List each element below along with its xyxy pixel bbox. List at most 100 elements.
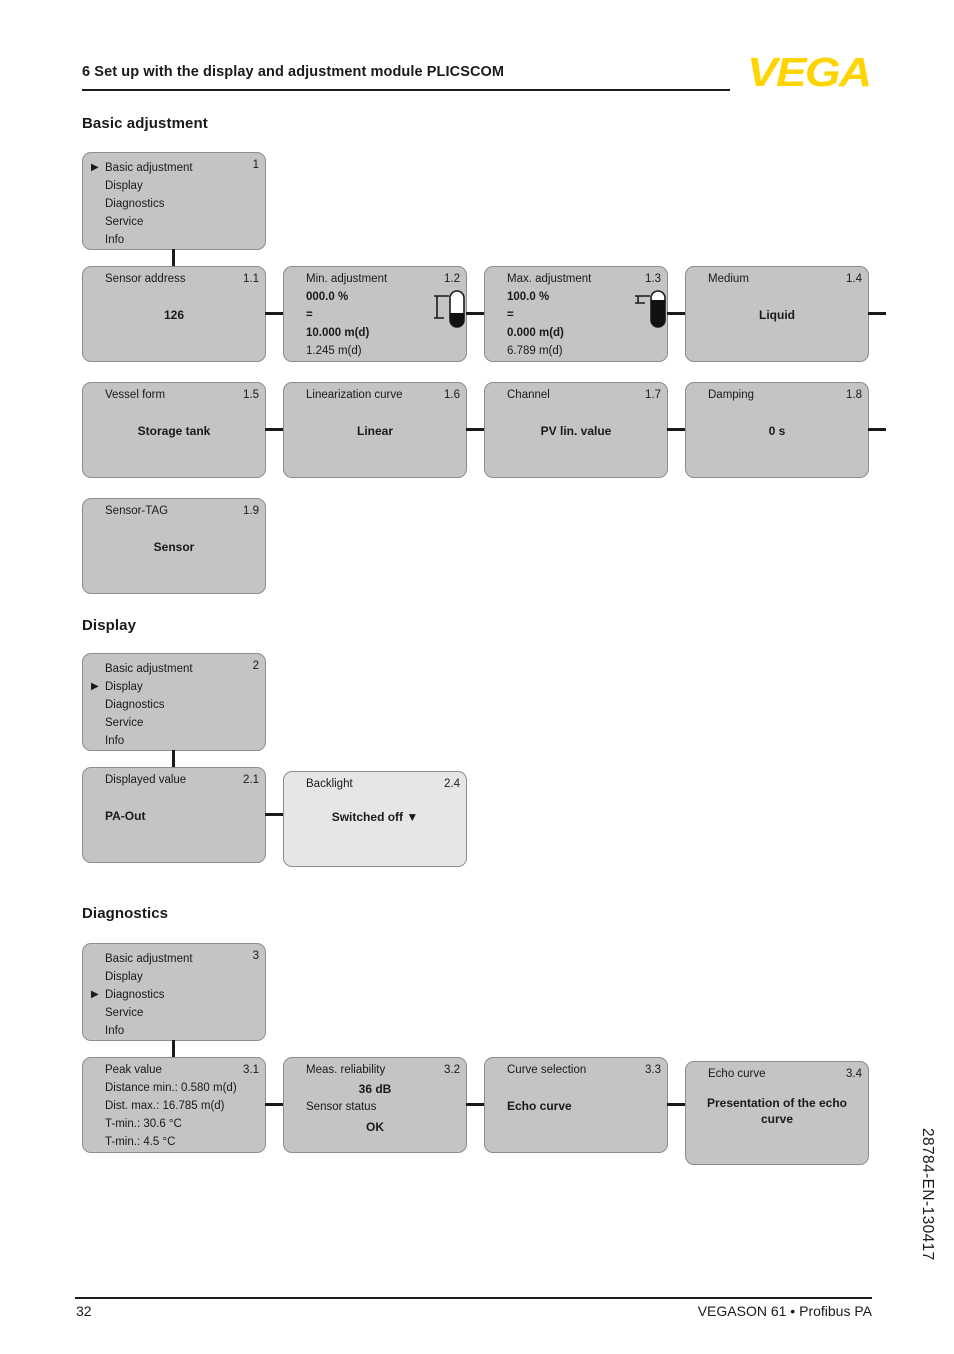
box-title: Damping (708, 389, 755, 401)
menu-box-display-number: 2 (252, 660, 259, 672)
menu-box-diagnostics[interactable]: 3 Basic adjustment Display ▶ Diagnostics… (82, 943, 266, 1041)
chapter-title: 6 Set up with the display and adjustment… (82, 64, 505, 80)
menu-item-label: Display (105, 180, 143, 192)
box-meas-reliability[interactable]: Meas. reliability 3.2 36 dB Sensor statu… (283, 1057, 467, 1153)
box-title: Channel (507, 389, 550, 401)
connector-vertical (172, 1040, 175, 1058)
menu-box-diagnostics-number: 3 (252, 950, 259, 962)
box-title: Meas. reliability (306, 1064, 386, 1076)
box-title: Peak value (105, 1064, 162, 1076)
section-heading-display: Display (82, 617, 137, 634)
connector-vertical (172, 249, 175, 267)
header-divider (82, 89, 730, 91)
menu-item-diagnostics[interactable]: ▶ Diagnostics (91, 986, 193, 1004)
box-value: PV lin. value (540, 424, 612, 438)
box-number: 3.3 (645, 1064, 661, 1076)
peak-temperature-min: T-min.: 30.6 °C (105, 1118, 182, 1130)
connector-continuation (868, 312, 886, 315)
tank-level-high-icon (635, 290, 666, 328)
menu-item-service[interactable]: Service (105, 1004, 193, 1022)
selection-caret-icon: ▶ (91, 989, 99, 1000)
box-channel[interactable]: Channel 1.7 PV lin. value (484, 382, 668, 478)
box-value: Switched off ▼ (331, 810, 419, 824)
box-title: Displayed value (105, 774, 187, 786)
section-heading-diagnostics: Diagnostics (82, 905, 169, 922)
box-curve-selection[interactable]: Curve selection 3.3 Echo curve (484, 1057, 668, 1153)
menu-item-label: Info (105, 735, 125, 747)
document-number: 28784-EN-130417 (919, 1128, 936, 1261)
menu-item-service[interactable]: Service (105, 213, 193, 231)
box-min-adjustment[interactable]: Min. adjustment 1.2 000.0 % = 10.000 m(d… (283, 266, 467, 362)
box-value: Sensor (153, 540, 195, 554)
box-medium[interactable]: Medium 1.4 Liquid (685, 266, 869, 362)
box-number: 1.5 (243, 389, 259, 401)
box-title: Curve selection (507, 1064, 587, 1076)
box-distance: 10.000 m(d) (306, 327, 370, 339)
menu-box-basic[interactable]: 1 ▶ Basic adjustment Display Diagnostics… (82, 152, 266, 250)
box-vessel-form[interactable]: Vessel form 1.5 Storage tank (82, 382, 266, 478)
menu-item-info[interactable]: Info (105, 231, 193, 249)
box-backlight[interactable]: Backlight 2.4 Switched off ▼ (283, 771, 467, 867)
menu-box-display[interactable]: 2 Basic adjustment ▶ Display Diagnostics… (82, 653, 266, 751)
menu-item-basic-adjustment[interactable]: ▶ Basic adjustment (91, 159, 193, 177)
peak-temperature-max: T-min.: 4.5 °C (105, 1136, 176, 1148)
menu-item-service[interactable]: Service (105, 714, 193, 732)
box-measured: 1.245 m(d) (306, 345, 362, 357)
selection-caret-icon: ▶ (91, 162, 99, 173)
tank-level-low-icon (434, 290, 465, 328)
box-title: Linearization curve (306, 389, 403, 401)
box-title: Medium (708, 273, 749, 285)
box-number: 1.8 (846, 389, 862, 401)
menu-item-label: Basic adjustment (105, 663, 193, 675)
connector-horizontal (466, 1103, 484, 1106)
box-number: 1.3 (645, 273, 661, 285)
menu-item-basic-adjustment[interactable]: Basic adjustment (105, 950, 193, 968)
menu-item-label: Service (105, 216, 144, 228)
box-echo-curve[interactable]: Echo curve 3.4 Presentation of the echo … (685, 1061, 869, 1165)
connector-horizontal (667, 428, 685, 431)
box-sensor-tag[interactable]: Sensor-TAG 1.9 Sensor (82, 498, 266, 594)
box-sensor-address[interactable]: Sensor address 1.1 126 (82, 266, 266, 362)
menu-item-display[interactable]: Display (105, 177, 193, 195)
box-number: 1.2 (444, 273, 460, 285)
menu-item-info[interactable]: Info (105, 732, 193, 750)
box-peak-value[interactable]: Peak value 3.1 Distance min.: 0.580 m(d)… (82, 1057, 266, 1153)
connector-horizontal (466, 428, 484, 431)
menu-item-label: Display (105, 971, 143, 983)
menu-item-label: Service (105, 1007, 144, 1019)
connector-vertical (172, 750, 175, 768)
box-value: Presentation of the echo curve (706, 1096, 848, 1126)
box-value: Linear (356, 424, 393, 438)
menu-item-display[interactable]: ▶ Display (91, 678, 193, 696)
connector-horizontal (265, 1103, 283, 1106)
menu-item-label: Diagnostics (105, 198, 165, 210)
box-distance: 0.000 m(d) (507, 327, 564, 339)
box-number: 1.7 (645, 389, 661, 401)
menu-item-display[interactable]: Display (105, 968, 193, 986)
box-title: Backlight (306, 778, 353, 790)
box-max-adjustment[interactable]: Max. adjustment 1.3 100.0 % = 0.000 m(d)… (484, 266, 668, 362)
box-linearization-curve[interactable]: Linearization curve 1.6 Linear (283, 382, 467, 478)
box-title: Vessel form (105, 389, 166, 401)
box-damping[interactable]: Damping 1.8 0 s (685, 382, 869, 478)
box-displayed-value[interactable]: Displayed value 2.1 PA-Out (82, 767, 266, 863)
menu-item-basic-adjustment[interactable]: Basic adjustment (105, 660, 193, 678)
menu-item-diagnostics[interactable]: Diagnostics (105, 195, 193, 213)
menu-item-info[interactable]: Info (105, 1022, 193, 1040)
box-title: Max. adjustment (507, 273, 592, 285)
box-title: Echo curve (708, 1068, 766, 1080)
menu-item-diagnostics[interactable]: Diagnostics (105, 696, 193, 714)
vega-logo: VEGA (747, 49, 872, 95)
box-equals: = (306, 309, 313, 321)
box-measured: 6.789 m(d) (507, 345, 563, 357)
connector-horizontal (265, 813, 283, 816)
connector-horizontal (265, 428, 283, 431)
connector-continuation (868, 428, 886, 431)
menu-item-label: Info (105, 1025, 125, 1037)
box-value: Liquid (759, 308, 795, 322)
box-value: Echo curve (507, 1099, 572, 1113)
box-number: 3.4 (846, 1068, 862, 1080)
box-number: 1.6 (444, 389, 460, 401)
footer-divider (75, 1297, 872, 1299)
box-title: Min. adjustment (306, 273, 388, 285)
